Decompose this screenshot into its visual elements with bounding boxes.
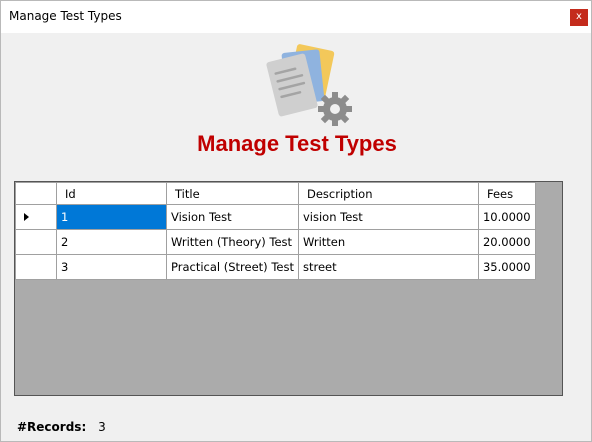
column-header-fees[interactable]: Fees: [477, 182, 536, 205]
column-header-id[interactable]: Id: [56, 182, 167, 205]
manage-test-types-window: Manage Test Types x Manage Test Types Id…: [0, 0, 592, 442]
test-types-table: Id Title Description Fees 1 Vision Test …: [15, 182, 536, 280]
cell-id[interactable]: 1: [56, 204, 167, 230]
table-row[interactable]: 3 Practical (Street) Test street 35.0000: [15, 254, 536, 280]
current-row-arrow-icon: [24, 213, 29, 221]
cell-description[interactable]: street: [297, 254, 479, 280]
row-header-corner: [15, 182, 57, 205]
table-row[interactable]: 2 Written (Theory) Test Written 20.0000: [15, 229, 536, 255]
cell-title[interactable]: Written (Theory) Test: [166, 229, 299, 255]
cell-id[interactable]: 2: [56, 229, 167, 255]
row-header[interactable]: [15, 254, 57, 280]
column-header-title[interactable]: Title: [166, 182, 299, 205]
cell-description[interactable]: Written: [297, 229, 479, 255]
cell-id[interactable]: 3: [56, 254, 167, 280]
title-bar: Manage Test Types x: [1, 1, 591, 33]
records-value: 3: [98, 420, 106, 434]
records-count: #Records: 3: [17, 420, 106, 434]
document-settings-icon: [266, 44, 352, 126]
close-button[interactable]: x: [570, 9, 588, 26]
cell-fees[interactable]: 10.0000: [477, 204, 536, 230]
cell-title[interactable]: Practical (Street) Test: [166, 254, 299, 280]
cell-description[interactable]: vision Test: [297, 204, 479, 230]
row-header[interactable]: [15, 204, 57, 230]
table-row[interactable]: 1 Vision Test vision Test 10.0000: [15, 204, 536, 230]
page-title: Manage Test Types: [197, 131, 397, 156]
row-header[interactable]: [15, 229, 57, 255]
column-header-description[interactable]: Description: [297, 182, 479, 205]
records-label: #Records:: [17, 420, 87, 434]
test-types-grid[interactable]: Id Title Description Fees 1 Vision Test …: [14, 181, 563, 396]
cell-fees[interactable]: 35.0000: [477, 254, 536, 280]
window-title: Manage Test Types: [9, 9, 122, 23]
cell-title[interactable]: Vision Test: [166, 204, 299, 230]
header-row: Id Title Description Fees: [15, 182, 536, 205]
cell-fees[interactable]: 20.0000: [477, 229, 536, 255]
